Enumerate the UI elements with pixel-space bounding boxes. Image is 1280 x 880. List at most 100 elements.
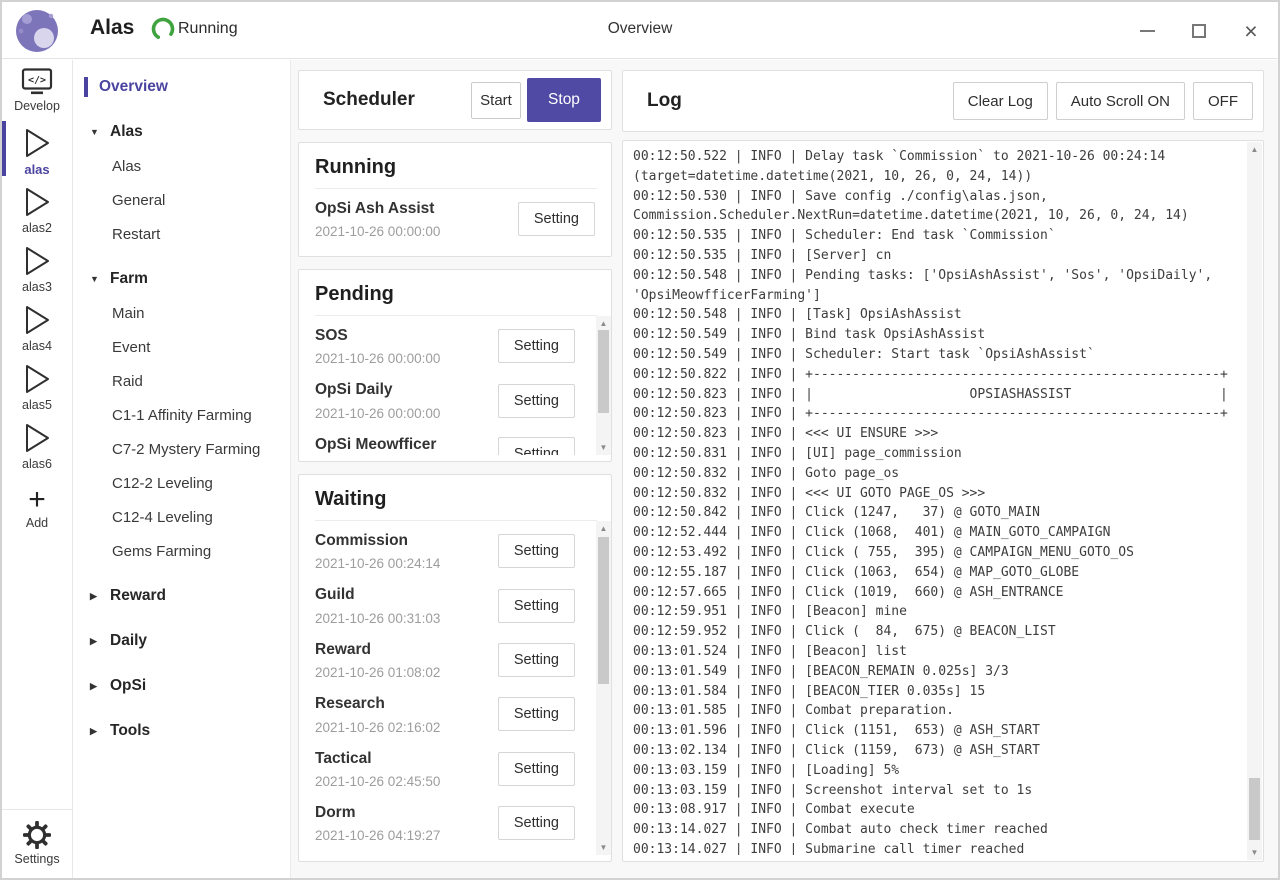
- task-name: OpSi Ash Assist: [315, 199, 440, 218]
- scroll-down-icon[interactable]: ▼: [1247, 848, 1262, 857]
- log-line: 00:13:01.596 | INFO | Click (1151, 653) …: [633, 721, 1241, 741]
- scrollbar-thumb[interactable]: [598, 330, 609, 413]
- rail-item-label: alas4: [22, 339, 52, 353]
- task-setting-button[interactable]: Setting: [498, 697, 575, 731]
- log-line: 00:12:59.951 | INFO | [Beacon] mine: [633, 602, 1241, 622]
- nav-group-reward[interactable]: ▶ Reward: [73, 579, 290, 613]
- scroll-up-icon[interactable]: ▲: [1247, 145, 1262, 154]
- nav-item-c12-2-leveling[interactable]: C12-2 Leveling: [73, 466, 290, 500]
- task-setting-button[interactable]: Setting: [498, 384, 575, 418]
- chevron-right-icon: ▶: [90, 726, 105, 737]
- log-scrollbar[interactable]: ▲ ▼: [1247, 142, 1262, 860]
- task-next-run: 2021-10-26 04:19:27: [315, 828, 440, 843]
- nav-item-main[interactable]: Main: [73, 296, 290, 330]
- rail-item-alas5[interactable]: alas5: [2, 355, 72, 414]
- scrollbar[interactable]: ▲ ▼: [596, 316, 611, 455]
- task-next-run: 2021-10-26 02:16:02: [315, 720, 440, 735]
- nav-item-restart[interactable]: Restart: [73, 217, 290, 251]
- task-name: Tactical: [315, 749, 440, 768]
- nav-label: Farm: [110, 270, 148, 288]
- task-row: Reward 2021-10-26 01:08:02 Setting: [315, 632, 575, 686]
- nav-label: Alas: [110, 123, 143, 141]
- minimize-icon: [1140, 30, 1155, 32]
- task-name: OpSi Daily: [315, 380, 440, 399]
- task-row: Commission 2021-10-26 00:24:14 Setting: [315, 523, 575, 577]
- page-title: Overview: [608, 20, 673, 38]
- rail-item-label: alas: [24, 162, 49, 177]
- nav-item-gems-farming[interactable]: Gems Farming: [73, 534, 290, 568]
- task-setting-button[interactable]: Setting: [498, 806, 575, 840]
- task-next-run: 2021-10-26 01:08:02: [315, 665, 440, 680]
- nav-group-tools[interactable]: ▶ Tools: [73, 714, 290, 748]
- auto-scroll-off-button[interactable]: OFF: [1193, 82, 1253, 120]
- task-setting-button[interactable]: Setting: [498, 752, 575, 786]
- nav-group-farm[interactable]: ▼ Farm: [73, 262, 290, 296]
- nav-label: Event: [112, 339, 150, 356]
- nav-item-alas[interactable]: Alas: [73, 149, 290, 183]
- task-setting-button[interactable]: Setting: [498, 534, 575, 568]
- running-spinner-icon: [150, 16, 176, 42]
- task-row: Shop 2021-10-26 05:00:00 Setting: [315, 849, 575, 855]
- nav-item-c12-4-leveling[interactable]: C12-4 Leveling: [73, 500, 290, 534]
- task-next-run: 2021-10-26 00:00:00: [315, 351, 440, 366]
- task-setting-button[interactable]: Setting: [498, 437, 575, 455]
- scroll-up-icon[interactable]: ▲: [596, 319, 611, 328]
- task-next-run: 2021-10-26 00:00:00: [315, 224, 440, 239]
- log-line: 00:12:50.822 | INFO | +-----------------…: [633, 365, 1241, 385]
- nav-item-general[interactable]: General: [73, 183, 290, 217]
- play-icon: [22, 422, 52, 454]
- log-line: 00:12:50.548 | INFO | Pending tasks: ['O…: [633, 266, 1241, 306]
- nav-group-alas[interactable]: ▼ Alas: [73, 115, 290, 149]
- task-setting-button[interactable]: Setting: [498, 329, 575, 363]
- rail-item-alas6[interactable]: alas6: [2, 414, 72, 473]
- nav-label: Raid: [112, 373, 143, 390]
- start-button[interactable]: Start: [471, 82, 521, 119]
- log-line: 00:13:14.027 | INFO | Combat auto check …: [633, 820, 1241, 840]
- scroll-down-icon[interactable]: ▼: [596, 843, 611, 852]
- scrollbar[interactable]: ▲ ▼: [596, 521, 611, 855]
- log-line: 00:12:50.842 | INFO | Click (1247, 37) @…: [633, 503, 1241, 523]
- log-line: 00:12:50.832 | INFO | Goto page_os: [633, 464, 1241, 484]
- log-line: 00:12:50.549 | INFO | Bind task OpsiAshA…: [633, 325, 1241, 345]
- log-line: 00:13:08.917 | INFO | Combat execute: [633, 800, 1241, 820]
- nav-item-c1-1-affinity-farming[interactable]: C1-1 Affinity Farming: [73, 398, 290, 432]
- stop-button[interactable]: Stop: [527, 78, 601, 122]
- scroll-up-icon[interactable]: ▲: [596, 524, 611, 533]
- rail-item-alas4[interactable]: alas4: [2, 296, 72, 355]
- log-line: 00:12:59.952 | INFO | Click ( 84, 675) @…: [633, 622, 1241, 642]
- play-icon: [22, 304, 52, 336]
- rail-item-add[interactable]: + Add: [2, 479, 72, 538]
- app-logo-icon: [15, 9, 59, 53]
- close-button[interactable]: ×: [1238, 18, 1264, 44]
- nav-label: OpSi: [110, 677, 146, 695]
- maximize-button[interactable]: [1186, 18, 1212, 44]
- scrollbar-thumb[interactable]: [598, 537, 609, 684]
- rail-item-settings[interactable]: Settings: [2, 809, 72, 878]
- rail-item-develop[interactable]: </> Develop: [2, 60, 72, 119]
- app-window: Alas Running Overview × </> Develop: [0, 0, 1280, 880]
- task-setting-button[interactable]: Setting: [498, 643, 575, 677]
- scroll-down-icon[interactable]: ▼: [596, 443, 611, 452]
- nav-item-raid[interactable]: Raid: [73, 364, 290, 398]
- rail-item-alas3[interactable]: alas3: [2, 237, 72, 296]
- maximize-icon: [1192, 24, 1206, 38]
- task-setting-button[interactable]: Setting: [498, 589, 575, 623]
- task-setting-button[interactable]: Setting: [518, 202, 595, 236]
- nav-item-event[interactable]: Event: [73, 330, 290, 364]
- rail-item-alas[interactable]: alas: [2, 119, 72, 178]
- nav-item-c7-2-mystery-farming[interactable]: C7-2 Mystery Farming: [73, 432, 290, 466]
- log-line: 00:12:50.831 | INFO | [UI] page_commissi…: [633, 444, 1241, 464]
- auto-scroll-on-button[interactable]: Auto Scroll ON: [1056, 82, 1185, 120]
- nav-item-overview[interactable]: Overview: [73, 70, 290, 104]
- svg-text:</>: </>: [28, 75, 46, 86]
- scrollbar-thumb[interactable]: [1249, 778, 1260, 840]
- rail-item-alas2[interactable]: alas2: [2, 178, 72, 237]
- log-line: 00:12:50.548 | INFO | [Task] OpsiAshAssi…: [633, 305, 1241, 325]
- nav-group-opsi[interactable]: ▶ OpSi: [73, 669, 290, 703]
- clear-log-button[interactable]: Clear Log: [953, 82, 1048, 120]
- nav-group-daily[interactable]: ▶ Daily: [73, 624, 290, 658]
- log-line: 00:12:50.823 | INFO | <<< UI ENSURE >>>: [633, 424, 1241, 444]
- chevron-down-icon: ▼: [90, 127, 105, 137]
- running-heading: Running: [299, 143, 611, 188]
- minimize-button[interactable]: [1134, 18, 1160, 44]
